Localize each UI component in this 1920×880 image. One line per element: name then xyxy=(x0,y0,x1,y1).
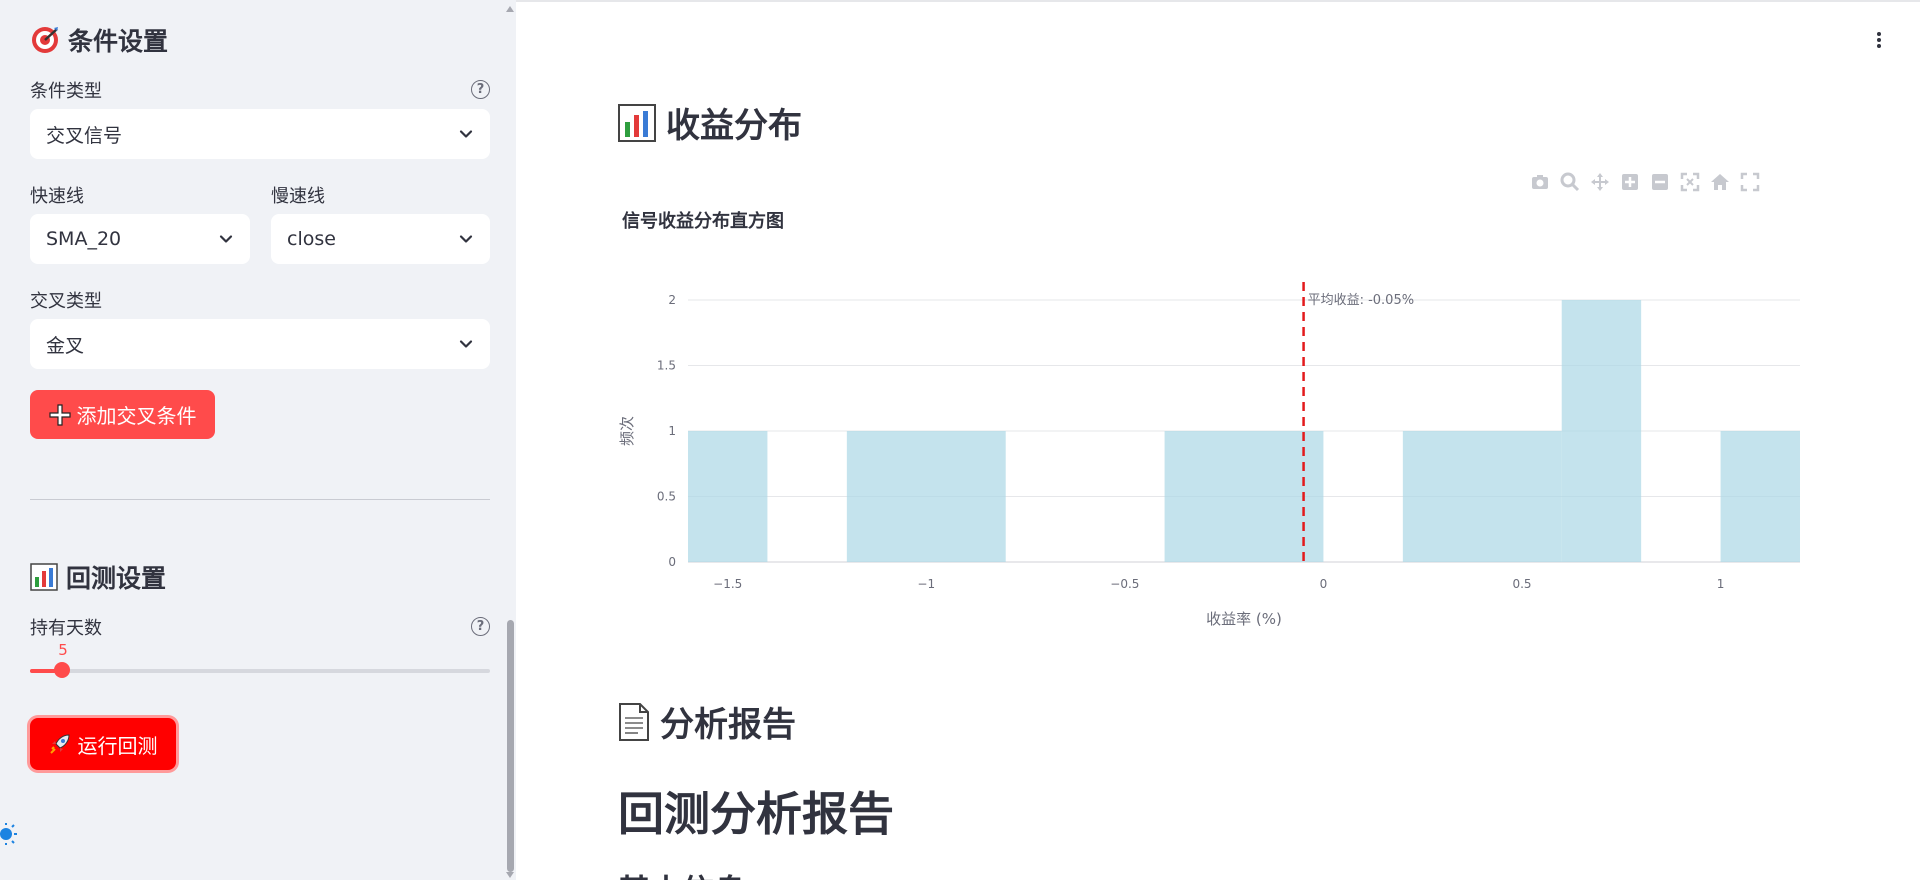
rocket-icon xyxy=(49,734,70,754)
fast-line-label: 快速线 xyxy=(30,186,84,207)
fast-line-select[interactable]: SMA_20 xyxy=(30,214,250,264)
cross-type-label: 交叉类型 xyxy=(30,291,102,312)
hold-days-slider-track[interactable] xyxy=(30,669,490,673)
cross-type-select[interactable]: 金叉 xyxy=(30,319,490,369)
report-subtitle: 基本信息 xyxy=(618,866,746,880)
zoom-in-icon[interactable] xyxy=(1620,172,1640,192)
bar-chart-icon xyxy=(30,563,58,591)
condition-type-value: 交叉信号 xyxy=(46,124,123,147)
x-tick-label: 0 xyxy=(1320,577,1328,591)
chart-modebar xyxy=(1530,172,1760,192)
hold-days-value: 5 xyxy=(58,641,68,659)
sun-icon[interactable] xyxy=(0,822,24,846)
fullscreen-icon[interactable] xyxy=(1740,172,1760,192)
y-tick-label: 1.5 xyxy=(657,359,676,373)
hold-days-slider-thumb[interactable] xyxy=(54,662,71,678)
histogram-bar xyxy=(1720,431,1800,562)
zoom-out-icon[interactable] xyxy=(1650,172,1670,192)
run-backtest-label: 运行回测 xyxy=(77,733,158,758)
run-backtest-button[interactable]: 运行回测 xyxy=(30,718,176,770)
y-axis-label: 频次 xyxy=(618,416,636,446)
analysis-title: 分析报告 xyxy=(660,705,796,745)
histogram-bar xyxy=(1561,300,1642,562)
x-tick-label: 0.5 xyxy=(1512,577,1531,591)
y-tick-label: 0 xyxy=(668,555,676,569)
plus-icon xyxy=(48,403,71,426)
histogram-bar xyxy=(846,431,1006,562)
report-title: 回测分析报告 xyxy=(618,787,894,841)
help-icon[interactable]: ? xyxy=(471,617,490,636)
histogram-chart[interactable]: 0 0.5 1 1.5 2 −1.5 −1 −0.5 0 0.5 1 平均收益: -0.05% 收益率 … xyxy=(600,270,1830,640)
x-tick-label: −1.5 xyxy=(713,577,742,591)
condition-type-label: 条件类型 xyxy=(30,81,102,102)
histogram-bar xyxy=(1164,431,1324,562)
x-tick-label: −1 xyxy=(917,577,935,591)
chevron-down-icon xyxy=(219,235,233,243)
hold-days-label: 持有天数 xyxy=(30,618,102,639)
fast-line-value: SMA_20 xyxy=(46,228,122,250)
slow-line-select[interactable]: close xyxy=(271,214,490,264)
distribution-heading: 收益分布 xyxy=(618,98,802,147)
document-icon xyxy=(619,702,649,741)
mean-line-label: 平均收益: -0.05% xyxy=(1308,293,1415,308)
chevron-down-icon xyxy=(459,130,473,138)
main-menu-icon[interactable] xyxy=(1876,30,1882,50)
condition-settings-heading: 条件设置 xyxy=(30,22,168,58)
add-cross-condition-button[interactable]: 添加交叉条件 xyxy=(30,390,215,439)
sidebar-divider xyxy=(30,499,490,500)
x-tick-label: −0.5 xyxy=(1110,577,1139,591)
chart-title: 信号收益分布直方图 xyxy=(622,211,784,232)
x-axis-label: 收益率 (%) xyxy=(1206,610,1282,628)
backtest-settings-heading: 回测设置 xyxy=(30,559,166,595)
analysis-heading: 分析报告 xyxy=(618,697,796,746)
sidebar-scrollbar-thumb[interactable] xyxy=(507,620,514,872)
slow-line-value: close xyxy=(287,228,336,250)
camera-icon[interactable] xyxy=(1530,172,1550,192)
scroll-down-arrow-icon[interactable] xyxy=(506,872,514,878)
bar-chart-icon xyxy=(618,103,656,142)
y-tick-label: 2 xyxy=(668,293,676,307)
y-tick-label: 0.5 xyxy=(657,490,676,504)
slow-line-label: 慢速线 xyxy=(271,186,325,207)
chevron-down-icon xyxy=(459,235,473,243)
pan-icon[interactable] xyxy=(1590,172,1610,192)
home-icon[interactable] xyxy=(1710,172,1730,192)
scroll-up-arrow-icon[interactable] xyxy=(506,6,514,12)
condition-settings-title: 条件设置 xyxy=(68,27,169,56)
backtest-settings-title: 回测设置 xyxy=(66,564,167,593)
histogram-bar xyxy=(688,431,768,562)
sidebar: 条件设置 条件类型 ? 交叉信号 快速线 慢速线 SMA_20 close 交叉… xyxy=(0,0,516,880)
chevron-down-icon xyxy=(459,340,473,348)
cross-type-value: 金叉 xyxy=(46,334,85,357)
target-icon xyxy=(32,27,58,53)
zoom-icon[interactable] xyxy=(1560,172,1580,192)
distribution-title: 收益分布 xyxy=(666,106,802,146)
condition-type-select[interactable]: 交叉信号 xyxy=(30,109,490,159)
y-tick-label: 1 xyxy=(668,424,676,438)
help-icon[interactable]: ? xyxy=(471,80,490,99)
histogram-bar xyxy=(1402,431,1562,562)
add-cross-condition-label: 添加交叉条件 xyxy=(76,404,197,428)
x-tick-label: 1 xyxy=(1717,577,1725,591)
autoscale-icon[interactable] xyxy=(1680,172,1700,192)
